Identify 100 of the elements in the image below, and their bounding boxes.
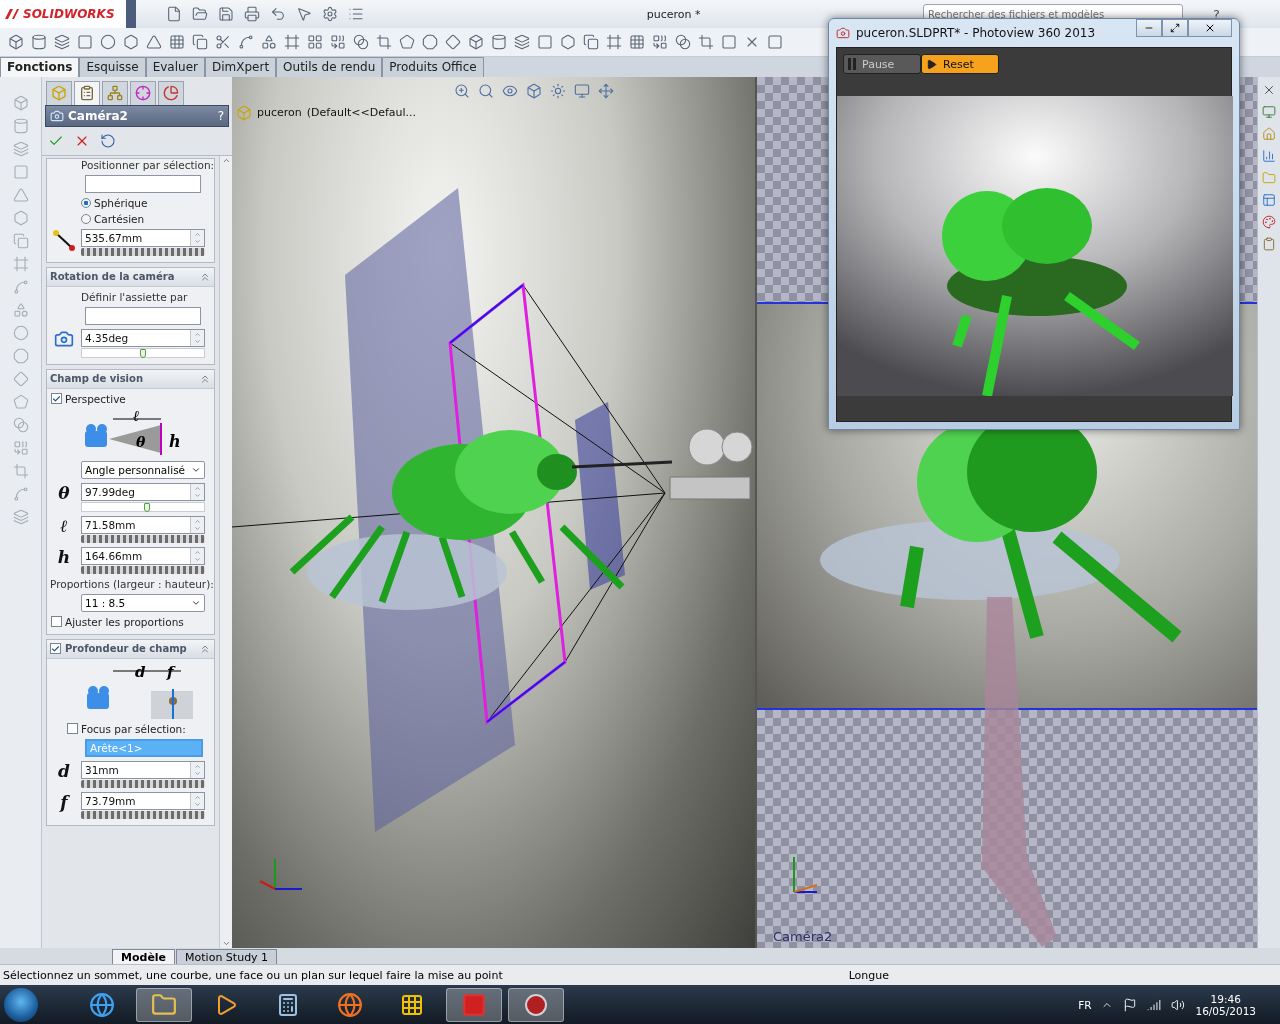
frame-icon[interactable] [284, 34, 300, 50]
grid-icon[interactable] [400, 992, 424, 1017]
flag-icon[interactable] [1123, 997, 1138, 1012]
hexagon-icon[interactable] [560, 34, 576, 50]
spin-buttons[interactable] [190, 516, 204, 533]
thumbwheel[interactable] [81, 779, 205, 788]
layout-icon[interactable] [1262, 192, 1276, 207]
up-icon[interactable] [194, 793, 201, 801]
checkbox-option[interactable]: Perspective [47, 392, 214, 405]
tree-item[interactable]: (Default<<Defaul... [306, 106, 417, 120]
taskbar-button[interactable] [446, 987, 502, 1022]
up-icon[interactable] [194, 762, 201, 770]
slider-track[interactable] [81, 347, 205, 358]
box-icon[interactable] [468, 34, 484, 50]
thumbwheel[interactable] [81, 534, 205, 543]
value-field[interactable]: 4.35deg [81, 328, 205, 347]
spin-buttons[interactable] [190, 547, 204, 564]
blend-icon[interactable] [675, 34, 691, 50]
undo-icon[interactable] [270, 6, 286, 22]
up-icon[interactable] [194, 517, 201, 525]
clipboard-icon[interactable] [79, 85, 95, 102]
spin-buttons[interactable] [190, 483, 204, 500]
cylinder-icon[interactable] [12, 117, 29, 134]
copy-icon[interactable] [12, 232, 29, 249]
thumbwheel[interactable] [81, 247, 205, 256]
slider-thumb[interactable] [143, 502, 150, 512]
ribbon-tab[interactable]: Outils de rendu [276, 56, 383, 77]
dimxpert-tab[interactable] [130, 80, 156, 105]
save-icon[interactable] [218, 6, 234, 22]
down-icon[interactable] [194, 769, 201, 777]
properties-tab[interactable] [74, 80, 100, 105]
sheet-tab[interactable]: Modèle [112, 949, 176, 965]
copy-icon[interactable] [192, 34, 208, 50]
chart-icon[interactable] [1262, 148, 1276, 163]
checkbox[interactable] [51, 616, 62, 628]
crop-icon[interactable] [376, 34, 392, 50]
hexagon-icon[interactable] [123, 34, 139, 50]
cylinder-icon[interactable] [491, 34, 507, 50]
taskbar-button[interactable] [136, 987, 192, 1022]
globe-icon[interactable] [89, 991, 115, 1018]
selection-field[interactable] [85, 174, 201, 193]
sun-icon[interactable] [549, 82, 566, 99]
octagon-icon[interactable] [12, 347, 29, 364]
volume-icon[interactable] [1171, 997, 1186, 1012]
value-field[interactable]: 164.66mm [81, 546, 205, 565]
app-logo[interactable]: SOLIDWORKS [0, 0, 126, 28]
thumbwheel[interactable] [81, 565, 205, 574]
curve-icon[interactable] [238, 34, 254, 50]
file-icon[interactable] [166, 6, 182, 22]
maximize-button[interactable] [1162, 19, 1188, 37]
minimize-button[interactable] [1136, 19, 1162, 37]
cylinder-icon[interactable] [31, 34, 47, 50]
playback-button[interactable]: Reset [921, 54, 999, 74]
copy-icon[interactable] [583, 34, 599, 50]
folder-icon[interactable] [192, 6, 208, 22]
help-button[interactable]: ? [217, 108, 224, 123]
value-field[interactable]: 73.79mm [81, 791, 205, 810]
shapes-icon[interactable] [261, 34, 277, 50]
mode-dropdown[interactable]: Angle personnalisé [81, 460, 205, 479]
slider-thumb[interactable] [140, 348, 146, 358]
checkbox[interactable] [51, 393, 62, 405]
slider-track[interactable] [81, 501, 205, 512]
triangle-icon[interactable] [12, 186, 29, 203]
language-indicator[interactable]: FR [1078, 998, 1092, 1011]
up-icon[interactable] [194, 230, 201, 238]
layers-icon[interactable] [514, 34, 530, 50]
start-button[interactable] [4, 987, 38, 1022]
settings-icon[interactable] [322, 6, 338, 22]
ratio-dropdown[interactable]: 11 : 8.5 [81, 593, 205, 612]
value-field[interactable]: 31mm [81, 760, 205, 779]
hierarchy-icon[interactable] [107, 85, 123, 102]
down-icon[interactable] [194, 337, 201, 345]
pointer-icon[interactable] [296, 6, 312, 22]
layers-icon[interactable] [54, 34, 70, 50]
up-icon[interactable] [194, 484, 201, 492]
ribbon-tab[interactable]: Produits Office [382, 56, 484, 77]
thumbwheel[interactable] [81, 810, 205, 819]
scissors-icon[interactable] [215, 34, 231, 50]
list-icon[interactable] [348, 6, 364, 22]
spin-buttons[interactable] [190, 761, 204, 778]
monitor-icon[interactable] [1262, 104, 1276, 119]
blend-icon[interactable] [353, 34, 369, 50]
selection-field[interactable] [85, 306, 201, 325]
ribbon-tab[interactable]: Esquisse [79, 56, 146, 77]
square-icon[interactable] [77, 34, 93, 50]
square-icon[interactable] [721, 34, 737, 50]
monitor-icon[interactable] [573, 82, 590, 99]
close-icon[interactable] [1204, 22, 1216, 34]
search-icon[interactable] [477, 82, 494, 99]
printer-icon[interactable] [244, 6, 260, 22]
pie-icon[interactable] [163, 85, 179, 102]
diamond-icon[interactable] [445, 34, 461, 50]
pentagon-icon[interactable] [399, 34, 415, 50]
palette-icon[interactable] [1262, 214, 1276, 229]
checkbox[interactable] [50, 643, 61, 655]
value-field[interactable]: 97.99deg [81, 482, 205, 501]
combine-icon[interactable] [330, 34, 346, 50]
grid-icon[interactable] [307, 34, 323, 50]
spin-buttons[interactable] [190, 792, 204, 809]
square-icon[interactable] [537, 34, 553, 50]
